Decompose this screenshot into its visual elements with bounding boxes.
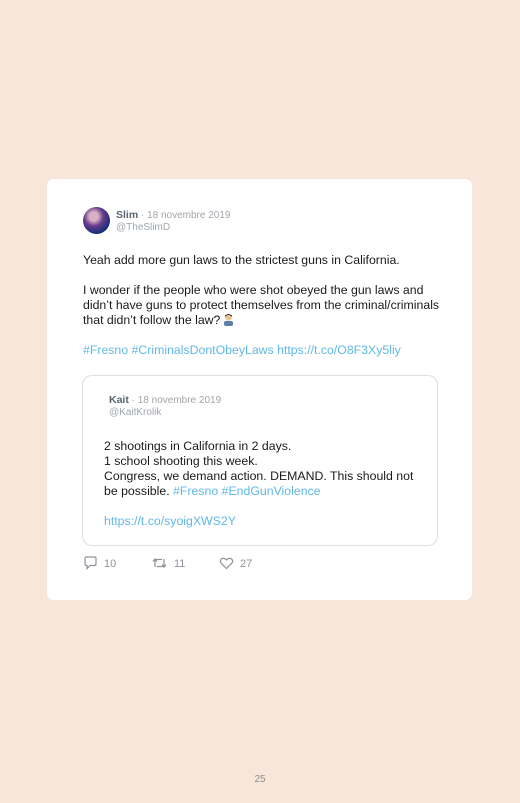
- avatar[interactable]: [83, 207, 110, 234]
- tweet-tags: #Fresno #CriminalsDontObeyLaws https://t…: [83, 343, 443, 358]
- quoted-handle[interactable]: @KaitKrolik: [109, 407, 161, 418]
- author-name[interactable]: Slim: [116, 209, 138, 221]
- facepalm-emoji-icon: [224, 314, 234, 326]
- hashtag-criminals[interactable]: #CriminalsDontObeyLaws: [132, 343, 274, 357]
- tweet-card: Slim · 18 novembre 2019 @TheSlimD Yeah a…: [47, 179, 472, 600]
- page-number: 25: [254, 774, 266, 785]
- quoted-line-1: 2 shootings in California in 2 days.: [104, 439, 292, 453]
- retweet-icon: [152, 558, 167, 568]
- quoted-text: 2 shootings in California in 2 days. 1 s…: [104, 439, 424, 499]
- reply-icon: [84, 556, 97, 570]
- tweet-line-2: I wonder if the people who were shot obe…: [83, 283, 440, 327]
- author-line: Slim · 18 novembre 2019: [116, 209, 230, 221]
- retweet-count: 11: [174, 558, 186, 570]
- hashtag-fresno[interactable]: #Fresno: [83, 343, 128, 357]
- quoted-hashtag-endgunviolence[interactable]: #EndGunViolence: [222, 484, 321, 498]
- author-handle[interactable]: @TheSlimD: [116, 222, 170, 233]
- quoted-hashtag-fresno[interactable]: #Fresno: [173, 484, 218, 498]
- tweet-link[interactable]: https://t.co/O8F3Xy5liy: [277, 343, 401, 357]
- retweet-button[interactable]: 11: [151, 556, 185, 570]
- heart-icon: [219, 557, 234, 570]
- quoted-author-name[interactable]: Kait: [109, 394, 129, 406]
- quoted-tweet[interactable]: Kait · 18 novembre 2019 @KaitKrolik 2 sh…: [82, 375, 438, 546]
- reply-button[interactable]: 10: [83, 556, 116, 570]
- tweet-text: Yeah add more gun laws to the strictest …: [83, 253, 443, 358]
- quoted-link[interactable]: https://t.co/syoigXWS2Y: [104, 514, 236, 528]
- quoted-date: · 18 novembre 2019: [128, 395, 222, 406]
- like-count: 27: [240, 558, 253, 570]
- reply-count: 10: [104, 558, 117, 570]
- like-button[interactable]: 27: [219, 556, 252, 570]
- quoted-line-2: 1 school shooting this week.: [104, 454, 258, 468]
- quoted-line-3: Congress, we demand action. DEMAND. This…: [104, 469, 414, 498]
- tweet-date: · 18 novembre 2019: [138, 210, 231, 221]
- quoted-author-line: Kait · 18 novembre 2019: [109, 394, 221, 406]
- tweet-line-1: Yeah add more gun laws to the strictest …: [83, 253, 400, 267]
